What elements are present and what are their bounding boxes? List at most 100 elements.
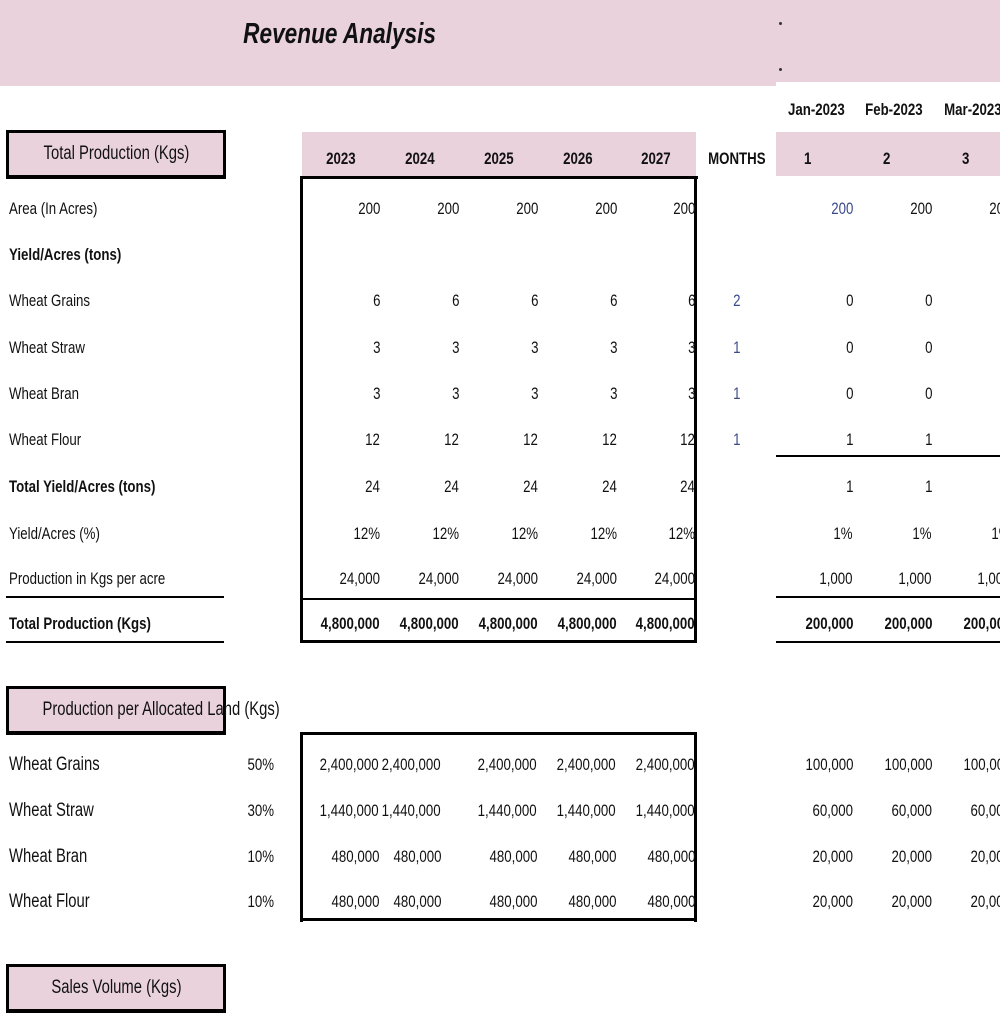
- year-value-cell[interactable]: 480,000: [351, 890, 441, 914]
- year-value-cell[interactable]: 3: [605, 336, 695, 360]
- month-value-cell[interactable]: 200,000: [921, 612, 1000, 636]
- month-value-cell[interactable]: 0: [842, 382, 932, 406]
- year-value-cell[interactable]: 12%: [448, 522, 538, 546]
- month-value-cell[interactable]: 0: [763, 382, 853, 406]
- year-value-cell[interactable]: 200: [448, 197, 538, 221]
- month-value-cell[interactable]: [921, 289, 1000, 313]
- year-value-cell[interactable]: 3: [290, 336, 380, 360]
- year-value-cell[interactable]: 1,440,000: [447, 799, 537, 823]
- month-value-cell[interactable]: 0: [842, 289, 932, 313]
- year-value-cell[interactable]: 480,000: [605, 845, 695, 869]
- month-value-cell[interactable]: 1: [763, 475, 853, 499]
- month-value-cell[interactable]: 1,000: [842, 567, 932, 591]
- year-value-cell[interactable]: [527, 243, 617, 267]
- month-value-cell[interactable]: 20,000: [921, 890, 1000, 914]
- year-value-cell[interactable]: 3: [369, 382, 459, 406]
- year-value-cell[interactable]: 480,000: [351, 845, 441, 869]
- month-value-cell[interactable]: 200: [921, 197, 1000, 221]
- year-value-cell[interactable]: 4,800,000: [605, 612, 695, 636]
- year-value-cell[interactable]: 480,000: [526, 845, 616, 869]
- month-value-cell[interactable]: 100,000: [921, 753, 1000, 777]
- month-value-cell[interactable]: 200: [763, 197, 853, 221]
- month-value-cell[interactable]: 20,000: [842, 890, 932, 914]
- year-value-cell[interactable]: 24: [448, 475, 538, 499]
- year-value-cell[interactable]: 3: [527, 382, 617, 406]
- year-value-cell[interactable]: [448, 243, 538, 267]
- year-value-cell[interactable]: 12: [290, 428, 380, 452]
- year-value-cell[interactable]: 1,440,000: [605, 799, 695, 823]
- month-value-cell[interactable]: 100,000: [763, 753, 853, 777]
- year-value-cell[interactable]: 3: [527, 336, 617, 360]
- year-value-cell[interactable]: 200: [290, 197, 380, 221]
- month-value-cell[interactable]: 20,000: [921, 845, 1000, 869]
- month-value-cell[interactable]: 20,000: [763, 890, 853, 914]
- month-value-cell[interactable]: 60,000: [921, 799, 1000, 823]
- year-value-cell[interactable]: 24: [369, 475, 459, 499]
- year-value-cell[interactable]: 6: [605, 289, 695, 313]
- month-value-cell[interactable]: [842, 243, 932, 267]
- year-value-cell[interactable]: 1,440,000: [351, 799, 441, 823]
- months-factor-cell[interactable]: 1: [700, 428, 740, 452]
- year-value-cell[interactable]: 3: [369, 336, 459, 360]
- month-value-cell[interactable]: 100,000: [842, 753, 932, 777]
- year-value-cell[interactable]: 1,440,000: [526, 799, 616, 823]
- year-value-cell[interactable]: 200: [369, 197, 459, 221]
- month-value-cell[interactable]: [921, 428, 1000, 452]
- year-value-cell[interactable]: [290, 243, 380, 267]
- year-value-cell[interactable]: 6: [290, 289, 380, 313]
- year-value-cell[interactable]: 4,800,000: [290, 612, 380, 636]
- month-value-cell[interactable]: [921, 475, 1000, 499]
- year-value-cell[interactable]: 12%: [605, 522, 695, 546]
- month-value-cell[interactable]: 0: [842, 336, 932, 360]
- month-value-cell[interactable]: 1: [763, 428, 853, 452]
- month-value-cell[interactable]: [921, 243, 1000, 267]
- month-value-cell[interactable]: 1: [842, 428, 932, 452]
- year-value-cell[interactable]: 12: [369, 428, 459, 452]
- share-cell[interactable]: 10%: [220, 890, 274, 914]
- year-value-cell[interactable]: 480,000: [605, 890, 695, 914]
- year-value-cell[interactable]: 24: [290, 475, 380, 499]
- month-value-cell[interactable]: 0: [763, 336, 853, 360]
- months-factor-cell[interactable]: 1: [700, 382, 740, 406]
- year-value-cell[interactable]: 12%: [369, 522, 459, 546]
- month-value-cell[interactable]: [921, 382, 1000, 406]
- year-value-cell[interactable]: 4,800,000: [369, 612, 459, 636]
- year-value-cell[interactable]: [369, 243, 459, 267]
- month-value-cell[interactable]: 0: [763, 289, 853, 313]
- year-value-cell[interactable]: 24,000: [605, 567, 695, 591]
- year-value-cell[interactable]: 6: [527, 289, 617, 313]
- month-value-cell[interactable]: 1%: [921, 522, 1000, 546]
- month-value-cell[interactable]: 200: [842, 197, 932, 221]
- month-value-cell[interactable]: 1,000: [921, 567, 1000, 591]
- month-value-cell[interactable]: 1,000: [763, 567, 853, 591]
- month-value-cell[interactable]: 1: [842, 475, 932, 499]
- year-value-cell[interactable]: 24,000: [527, 567, 617, 591]
- year-value-cell[interactable]: 12%: [290, 522, 380, 546]
- month-value-cell[interactable]: 200,000: [763, 612, 853, 636]
- year-value-cell[interactable]: 480,000: [447, 890, 537, 914]
- year-value-cell[interactable]: 2,400,000: [526, 753, 616, 777]
- year-value-cell[interactable]: 12: [605, 428, 695, 452]
- year-value-cell[interactable]: 3: [290, 382, 380, 406]
- share-cell[interactable]: 50%: [220, 753, 274, 777]
- months-factor-cell[interactable]: 2: [700, 289, 740, 313]
- year-value-cell[interactable]: 2,400,000: [351, 753, 441, 777]
- year-value-cell[interactable]: [605, 243, 695, 267]
- month-value-cell[interactable]: [763, 243, 853, 267]
- year-value-cell[interactable]: 200: [605, 197, 695, 221]
- year-value-cell[interactable]: 3: [448, 336, 538, 360]
- year-value-cell[interactable]: 3: [448, 382, 538, 406]
- year-value-cell[interactable]: 12: [527, 428, 617, 452]
- month-value-cell[interactable]: 200,000: [842, 612, 932, 636]
- month-value-cell[interactable]: 60,000: [842, 799, 932, 823]
- year-value-cell[interactable]: 24: [527, 475, 617, 499]
- year-value-cell[interactable]: 6: [448, 289, 538, 313]
- month-value-cell[interactable]: 20,000: [842, 845, 932, 869]
- year-value-cell[interactable]: 24,000: [290, 567, 380, 591]
- year-value-cell[interactable]: 480,000: [526, 890, 616, 914]
- year-value-cell[interactable]: 4,800,000: [527, 612, 617, 636]
- share-cell[interactable]: 30%: [220, 799, 274, 823]
- year-value-cell[interactable]: 2,400,000: [447, 753, 537, 777]
- share-cell[interactable]: 10%: [220, 845, 274, 869]
- month-value-cell[interactable]: 60,000: [763, 799, 853, 823]
